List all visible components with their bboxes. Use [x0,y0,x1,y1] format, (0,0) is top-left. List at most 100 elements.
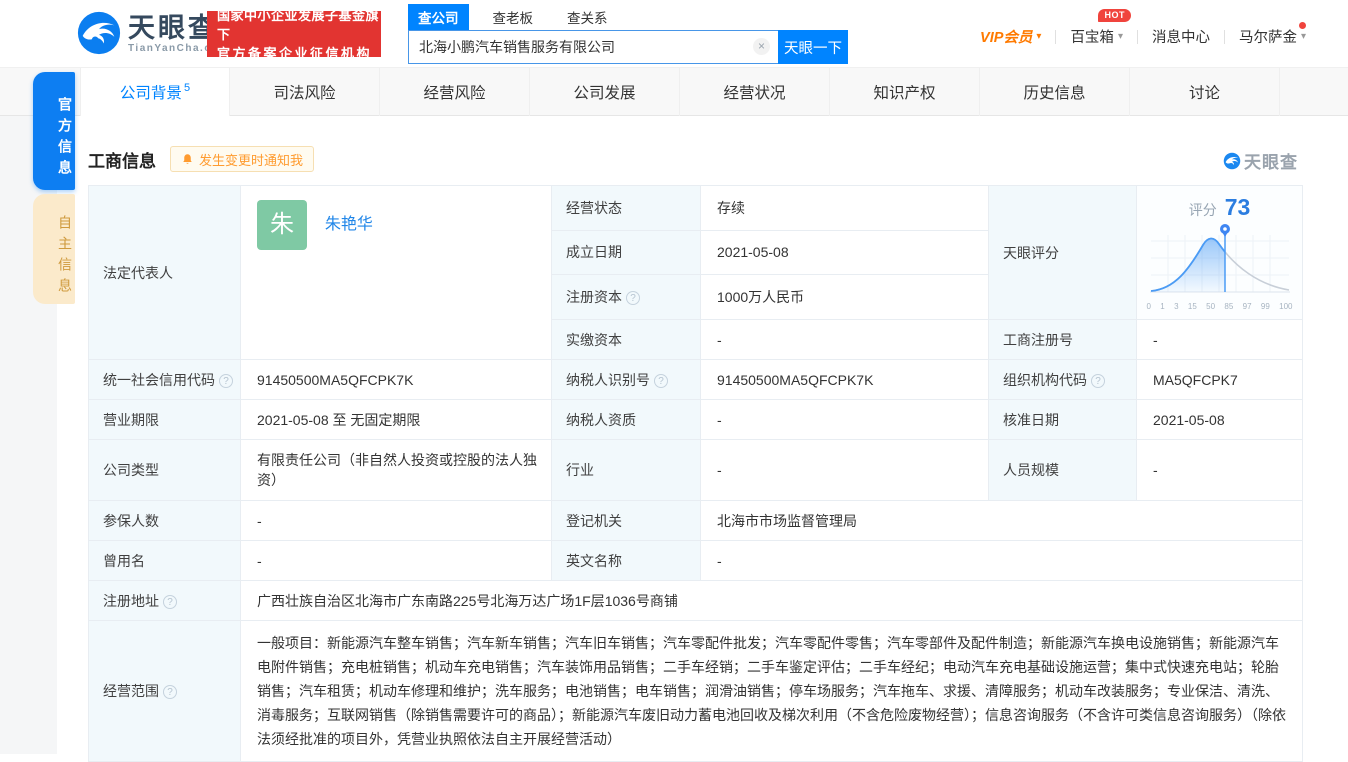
side-tab-official-info[interactable]: 官方信息 [33,72,75,190]
tab-judicial-risk[interactable]: 司法风险 [230,68,380,116]
search-tab-company[interactable]: 查公司 [408,4,469,30]
tab-label: 公司背景 [119,85,182,102]
field-label-est-date: 成立日期 [551,229,701,276]
tab-label: 知识产权 [873,85,936,102]
business-info-table: 法定代表人 朱 朱艳华 经营状态 存续 天眼评分 评分 73 0 1 3 15 … [88,185,1303,762]
treasure-box-menu[interactable]: HOT 百宝箱 ▾ [1056,9,1137,47]
avatar[interactable]: 朱 [257,200,307,250]
chevron-down-icon: ▾ [1300,31,1306,42]
legal-rep-link[interactable]: 朱艳华 [325,216,373,233]
help-icon[interactable]: ? [1091,373,1105,388]
message-center-label: 消息中心 [1151,30,1210,46]
field-label-business-scope: 经营范围? [88,620,241,762]
search-tabs: 查公司 查老板 查关系 [408,4,848,30]
field-value-company-type: 有限责任公司（非自然人投资或控股的法人独资） [240,439,552,501]
search-tab-boss[interactable]: 查老板 [483,4,544,30]
help-icon[interactable]: ? [626,291,640,306]
tianyancha-logo-icon [77,11,121,55]
field-label-company-type: 公司类型 [88,439,241,501]
tab-label: 讨论 [1188,85,1220,102]
clear-search-icon[interactable]: × [753,38,770,55]
field-label-org-code: 组织机构代码? [988,359,1137,400]
cert-line-2: 官方备案企业征信机构 [217,45,373,61]
field-label-english-name: 英文名称 [551,540,701,581]
score-chart-cell[interactable]: 评分 73 0 1 3 15 50 85 97 99 100 [1136,185,1303,320]
tianyancha-watermark: 天眼查 [1223,148,1298,173]
field-value-former-name: - [240,540,552,581]
help-icon[interactable]: ? [163,594,177,609]
help-icon[interactable]: ? [163,685,177,699]
field-label-staff-size: 人员规模 [988,439,1137,501]
score-axis-ticks: 0 1 3 15 50 85 97 99 100 [1146,302,1293,311]
field-label-business-term: 营业期限 [88,399,241,440]
hot-badge: HOT [1098,9,1131,22]
tab-label: 司法风险 [273,85,336,102]
field-label-score: 天眼评分 [988,185,1137,320]
tab-history-info[interactable]: 历史信息 [980,68,1130,116]
chevron-down-icon: ▾ [1117,31,1123,42]
field-label-former-name: 曾用名 [88,540,241,581]
treasure-box-label: 百宝箱 [1070,30,1114,46]
notify-label: 发生变更时通知我 [199,152,304,168]
search-button[interactable]: 天眼一下 [778,30,848,64]
tab-company-background[interactable]: 公司背景 5 [80,68,230,116]
field-value-est-date: 2021-05-08 [700,229,989,276]
field-label-legal-rep: 法定代表人 [88,185,241,360]
vip-menu[interactable]: VIP会员 ▾ [966,26,1055,47]
field-value-taxpayer-id: 91450500MA5QFCPK7K [700,359,989,400]
field-label-paid-capital: 实缴资本 [551,319,701,360]
field-value-org-code: MA5QFCPK7 [1136,359,1303,400]
user-nav: VIP会员 ▾ HOT 百宝箱 ▾ 消息中心 马尔萨金 ▾ [966,9,1320,47]
field-value-reg-authority: 北海市市场监督管理局 [700,500,1303,541]
certification-badge: 国家中小企业发展子基金旗下 官方备案企业征信机构 [207,8,381,61]
field-value-insured-count: - [240,500,552,541]
search-input[interactable] [408,30,778,64]
field-label-approval-date: 核准日期 [988,399,1137,440]
field-value-business-term: 2021-05-08 至 无固定期限 [240,399,552,440]
help-icon[interactable]: ? [654,373,668,388]
notify-on-change-button[interactable]: 发生变更时通知我 [170,146,315,172]
notification-dot [1299,22,1306,29]
field-value-staff-size: - [1136,439,1303,501]
tab-operating-risk[interactable]: 经营风险 [380,68,530,116]
field-value-taxpayer-quality: - [700,399,989,440]
chevron-down-icon: ▾ [1036,31,1042,42]
field-label-taxpayer-quality: 纳税人资质 [551,399,701,440]
tab-discussion[interactable]: 讨论 [1130,68,1280,116]
field-value-reg-address: 广西壮族自治区北海市广东南路225号北海万达广场1F层1036号商铺 [240,580,1303,621]
tab-label: 经营状况 [723,85,786,102]
field-value-credit-code: 91450500MA5QFCPK7K [240,359,552,400]
tab-intellectual-property[interactable]: 知识产权 [830,68,980,116]
tab-operating-status[interactable]: 经营状况 [680,68,830,116]
field-value-status: 存续 [700,185,989,231]
field-label-status: 经营状态 [551,185,701,231]
company-section-tabs: 公司背景 5 司法风险 经营风险 公司发展 经营状况 知识产权 历史信息 讨论 [0,68,1348,116]
user-account-menu[interactable]: 马尔萨金 ▾ [1225,22,1320,47]
search-tab-relation[interactable]: 查关系 [557,4,618,30]
section-title: 工商信息 [88,151,156,171]
vip-label: VIP会员 [980,30,1033,46]
field-value-business-scope: 一般项目：新能源汽车整车销售；汽车新车销售；汽车旧车销售；汽车零配件批发；汽车零… [240,620,1303,762]
field-value-reg-capital: 1000万人民币 [700,274,989,320]
tab-label: 历史信息 [1023,85,1086,102]
score-distribution-chart [1149,224,1290,293]
cert-line-1: 国家中小企业发展子基金旗下 [217,7,380,42]
username: 马尔萨金 [1238,30,1297,46]
field-value-approval-date: 2021-05-08 [1136,399,1303,440]
message-center[interactable]: 消息中心 [1138,26,1224,47]
field-value-reg-number: - [1136,319,1303,360]
help-icon[interactable]: ? [219,373,233,388]
tab-label: 经营风险 [423,85,486,102]
tab-label: 公司发展 [573,85,636,102]
field-label-reg-number: 工商注册号 [988,319,1137,360]
field-value-paid-capital: - [700,319,989,360]
field-label-reg-authority: 登记机关 [551,500,701,541]
search-area: 查公司 查老板 查关系 × 天眼一下 [408,4,848,64]
side-tab-self-info[interactable]: 自主信息 [33,194,75,304]
field-label-reg-address: 注册地址? [88,580,241,621]
field-label-taxpayer-id: 纳税人识别号? [551,359,701,400]
field-value-english-name: - [700,540,1303,581]
field-label-credit-code: 统一社会信用代码? [88,359,241,400]
tab-company-development[interactable]: 公司发展 [530,68,680,116]
watermark-text: 天眼查 [1244,153,1298,172]
